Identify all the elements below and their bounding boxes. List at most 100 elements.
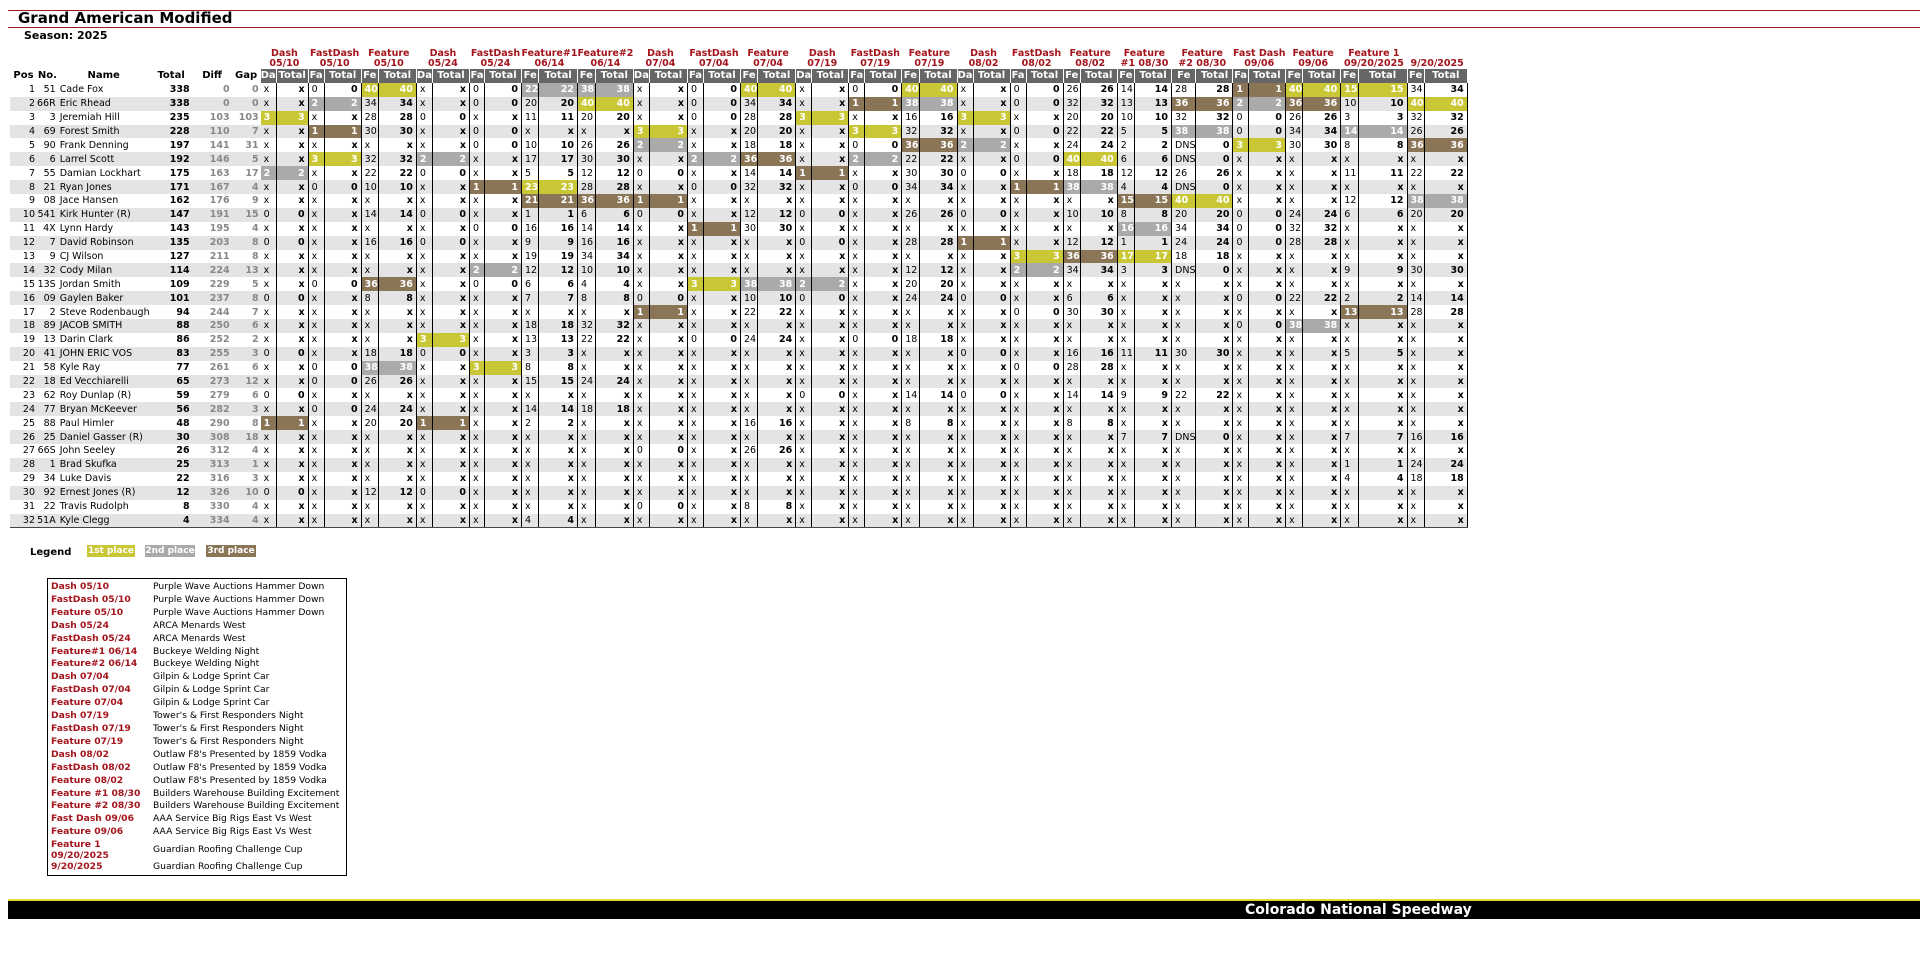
event-points-cell: x [973, 471, 1011, 486]
event-points-cell: x [703, 416, 741, 431]
event-finish-cell: x [687, 444, 704, 458]
event-points-cell: 11 [1134, 346, 1173, 361]
event-finish-cell: x [308, 388, 325, 403]
total-points-cell: 22 [176, 473, 190, 485]
event-finish-cell: x [687, 207, 704, 222]
event-finish-cell: 8 [521, 360, 540, 375]
event-legend-row: FastDash 07/19 Tower's & First Responders… [48, 723, 346, 736]
event-finish-cell: x [957, 360, 974, 375]
event-finish-cell: x [308, 166, 325, 181]
event-points-cell: x [1248, 416, 1287, 431]
diff-cell: 163 [209, 167, 230, 179]
event-total-header: Total [649, 69, 688, 83]
event-points-cell: x [1195, 471, 1234, 486]
event-points-cell: x [1358, 402, 1408, 417]
event-finish-cell: 10 [577, 263, 596, 278]
event-finish-cell: 30 [1171, 346, 1197, 361]
gap-cell: 31 [245, 139, 259, 151]
event-finish-cell: 1 [260, 416, 277, 431]
pos-cell: 25 [22, 417, 35, 429]
event-points-cell: x [1248, 346, 1287, 361]
event-finish-cell: 18 [577, 402, 596, 417]
event-points-cell: x [595, 305, 634, 320]
event-points-cell: x [484, 471, 522, 486]
event-points-cell: x [1195, 402, 1234, 417]
event-points-cell: 20 [595, 110, 634, 125]
pos-cell: 17 [22, 306, 35, 318]
event-finish-cell: x [687, 513, 704, 529]
gap-cell: 7 [251, 306, 259, 318]
event-finish-cell: 16 [1063, 346, 1081, 361]
event-finish-cell: x [1340, 416, 1359, 431]
event-legend-row: Feature 08/02 Outlaw F8's Presented by 18… [48, 775, 346, 788]
event-legend-row: Feature #2 08/30 Builders Warehouse Build… [48, 800, 346, 813]
event-finish-cell: x [901, 513, 920, 529]
event-points-cell: 0 [973, 291, 1011, 306]
event-finish-cell: 30 [577, 152, 596, 167]
car-number-cell: 88 [43, 417, 56, 429]
event-finish-cell: 18 [901, 332, 920, 347]
car-number-cell: 6 [37, 152, 58, 167]
event-header: Feature 07/19 [908, 48, 951, 69]
gap-cell: 8 [231, 235, 261, 250]
event-points-cell: x [919, 457, 958, 472]
event-points-cell: 0 [324, 374, 362, 389]
event-legend-name: AAA Service Big Rigs East Vs West [153, 826, 312, 838]
event-points-cell: x [1134, 513, 1173, 529]
event-finish-cell: x [521, 457, 540, 472]
diff-cell: 195 [209, 223, 230, 235]
event-finish-cell: 14 [577, 221, 596, 236]
event-points-cell: x [649, 430, 688, 445]
event-points-cell: 26 [595, 138, 634, 153]
event-finish-cell: x [469, 457, 485, 472]
event-points-cell: 34 [757, 96, 797, 111]
event-finish-cell: x [1010, 207, 1027, 222]
event-points-cell: x [864, 221, 903, 236]
event-points-cell: x [432, 388, 470, 403]
event-finish-cell: 28 [1285, 235, 1304, 250]
event-finish-cell: x [469, 207, 485, 222]
gap-cell: 103 [238, 112, 259, 124]
event-points-cell: x [1358, 360, 1408, 375]
event-points-cell: 34 [1195, 221, 1234, 236]
event-points-cell: x [538, 457, 578, 472]
event-points-cell: x [324, 221, 362, 236]
event-points-cell: 36 [595, 194, 634, 208]
event-points-cell: x [811, 194, 850, 208]
event-abbr-header: Fa [308, 69, 325, 83]
event-points-cell: x [324, 235, 362, 250]
gap-cell: 3 [231, 402, 261, 417]
event-finish-cell: x [1407, 346, 1425, 361]
event-points-cell: x [538, 430, 578, 445]
event-points-cell: x [1080, 319, 1118, 333]
event-points-cell: 40 [1302, 82, 1342, 97]
event-finish-cell: 20 [1407, 207, 1425, 222]
event-finish-cell: x [1232, 485, 1249, 500]
event-finish-cell: x [795, 402, 813, 417]
event-points-cell: 0 [864, 82, 903, 97]
total-points-cell: 192 [149, 152, 193, 167]
event-finish-cell: 20 [577, 110, 596, 125]
event-finish-cell: x [1117, 402, 1136, 417]
event-finish-cell: 0 [260, 346, 277, 361]
table-row: 14 32 Cody Milan 114 224 13 x x x x x x x x 2 2 12 12 10 10… [10, 263, 1468, 278]
event-points-cell: x [1134, 332, 1173, 347]
total-points-cell: 114 [149, 263, 193, 278]
event-finish-cell: 1 [416, 416, 433, 431]
event-points-cell: x [919, 346, 958, 361]
event-finish-cell: 0 [795, 388, 813, 403]
gap-cell: 0 [251, 84, 259, 96]
event-points-cell: x [919, 249, 958, 264]
event-finish-cell: x [469, 235, 485, 250]
event-points-cell: x [864, 263, 903, 278]
pos-cell: 32 [10, 513, 37, 529]
event-points-cell: x [324, 110, 362, 125]
total-points-cell: 88 [149, 319, 193, 333]
second-place-swatch: 2nd place [145, 545, 195, 557]
event-points-cell: x [703, 305, 741, 320]
event-points-cell: x [484, 513, 522, 529]
car-number-cell: 62 [43, 389, 56, 401]
event-finish-cell: 1 [795, 166, 813, 181]
event-finish-cell: x [1232, 513, 1249, 529]
event-finish-cell: 20 [1171, 207, 1197, 222]
